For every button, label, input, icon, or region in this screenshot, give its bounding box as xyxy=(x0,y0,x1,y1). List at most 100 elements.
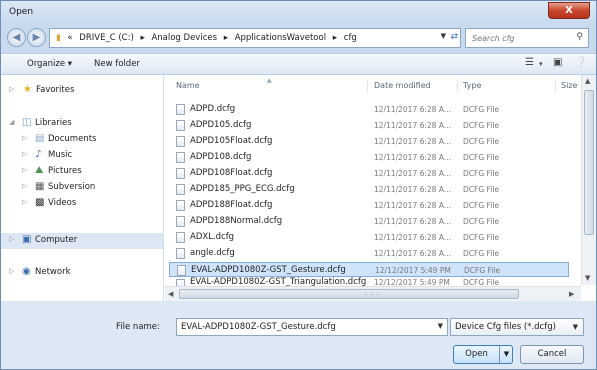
address-dropdown-icon[interactable]: ▼ xyxy=(441,32,446,40)
nav-item-libraries[interactable]: ◢ ◫ Libraries xyxy=(1,116,163,132)
refresh-icon[interactable]: ⇄ xyxy=(450,32,458,42)
close-button[interactable]: X xyxy=(548,2,590,19)
file-row[interactable]: ADPD105Float.dcfg 12/11/2017 6:28 A... D… xyxy=(169,134,569,149)
search-input[interactable] xyxy=(466,29,566,47)
nav-item-pictures[interactable]: ▷ ⛰ Pictures xyxy=(1,164,163,180)
vertical-scrollbar[interactable]: ▲ ▼ xyxy=(581,75,596,285)
file-name: EVAL-ADPD1080Z-GST_Triangulation.dcfg xyxy=(190,277,367,286)
file-type: DCFG File xyxy=(463,105,500,114)
breadcrumb-separator[interactable]: ▸ xyxy=(224,33,228,43)
column-header-date-modified[interactable]: Date modified xyxy=(374,81,431,90)
file-row[interactable]: ADPD108Float.dcfg 12/11/2017 6:28 A... D… xyxy=(169,166,569,181)
libraries-icon: ◫ xyxy=(22,117,32,128)
column-divider[interactable] xyxy=(555,79,556,93)
file-type: DCFG File xyxy=(463,137,500,146)
open-dialog: Open X ◀ ▶ ▮ « DRIVE_C (C:) ▸ Analog Dev… xyxy=(0,0,597,370)
new-folder-button[interactable]: New folder xyxy=(94,59,140,69)
open-split-dropdown-icon[interactable]: ▼ xyxy=(499,346,513,363)
scroll-thumb[interactable]: ⋮⋮⋮ xyxy=(179,289,519,299)
expand-arrow-icon[interactable]: ▷ xyxy=(9,85,14,93)
breadcrumb-drive[interactable]: DRIVE_C (C:) xyxy=(79,33,133,43)
scroll-right-icon[interactable]: ▶ xyxy=(569,290,574,298)
breadcrumb: ▮ « DRIVE_C (C:) ▸ Analog Devices ▸ Appl… xyxy=(56,33,361,43)
breadcrumb-separator[interactable]: ▸ xyxy=(140,33,144,43)
scroll-thumb[interactable] xyxy=(584,90,594,235)
scroll-down-icon[interactable]: ▼ xyxy=(585,274,590,282)
file-row[interactable]: ADPD105.dcfg 12/11/2017 6:28 A... DCFG F… xyxy=(169,118,569,133)
subversion-icon: ▦ xyxy=(35,181,45,192)
file-name: ADPD108Float.dcfg xyxy=(190,168,273,178)
view-dropdown-icon[interactable]: ▾ xyxy=(539,60,543,68)
file-type-filter[interactable]: Device Cfg files (*.dcfg) ▼ xyxy=(450,318,584,336)
search-icon[interactable]: ⚲ xyxy=(576,32,583,42)
horizontal-scrollbar[interactable]: ◀ ⋮⋮⋮ ▶ xyxy=(165,286,581,301)
expand-arrow-icon[interactable]: ▷ xyxy=(9,267,14,275)
nav-item-favorites[interactable]: ▷ ★ Favorites xyxy=(1,83,163,99)
nav-item-documents[interactable]: ▷ ▤ Documents xyxy=(1,132,163,148)
breadcrumb-analog-devices[interactable]: Analog Devices xyxy=(151,33,217,43)
file-icon xyxy=(176,232,185,243)
collapse-arrow-icon[interactable]: ◢ xyxy=(9,118,14,126)
address-bar[interactable]: ▮ « DRIVE_C (C:) ▸ Analog Devices ▸ Appl… xyxy=(49,28,461,48)
breadcrumb-separator[interactable]: ▸ xyxy=(333,33,337,43)
column-divider[interactable] xyxy=(457,79,458,93)
file-type: DCFG File xyxy=(463,169,500,178)
cancel-button[interactable]: Cancel xyxy=(520,345,584,364)
expand-arrow-icon[interactable]: ▷ xyxy=(22,166,27,174)
nav-label: Subversion xyxy=(48,182,96,192)
expand-arrow-icon[interactable]: ▷ xyxy=(22,198,27,206)
open-button[interactable]: Open ▼ xyxy=(453,345,513,364)
column-header-name[interactable]: Name xyxy=(176,81,200,90)
file-row[interactable]: ADPD188Float.dcfg 12/11/2017 6:28 A... D… xyxy=(169,198,569,213)
file-row[interactable]: ADPD108.dcfg 12/11/2017 6:28 A... DCFG F… xyxy=(169,150,569,165)
file-date: 12/12/2017 5:49 PM xyxy=(374,278,450,286)
column-header-size[interactable]: Size xyxy=(561,81,577,90)
file-icon xyxy=(176,200,185,211)
file-row-selected[interactable]: EVAL-ADPD1080Z-GST_Gesture.dcfg 12/12/20… xyxy=(169,262,569,277)
music-icon: ♪ xyxy=(35,149,42,160)
view-options-icon[interactable]: ☰ xyxy=(525,57,534,68)
videos-icon: ▩ xyxy=(35,197,45,208)
file-row[interactable]: angle.dcfg 12/11/2017 6:28 A... DCFG Fil… xyxy=(169,246,569,261)
breadcrumb-overflow[interactable]: « xyxy=(67,33,72,43)
column-header-type[interactable]: Type xyxy=(463,81,481,90)
scroll-left-icon[interactable]: ◀ xyxy=(168,290,173,298)
file-row[interactable]: ADPD188Normal.dcfg 12/11/2017 6:28 A... … xyxy=(169,214,569,229)
nav-item-music[interactable]: ▷ ♪ Music xyxy=(1,148,163,164)
nav-item-videos[interactable]: ▷ ▩ Videos xyxy=(1,196,163,212)
file-icon xyxy=(176,184,185,195)
search-box[interactable]: ⚲ xyxy=(465,28,589,48)
breadcrumb-applicationswavetool[interactable]: ApplicationsWavetool xyxy=(235,33,326,43)
expand-arrow-icon[interactable]: ▷ xyxy=(22,182,27,190)
file-name: EVAL-ADPD1080Z-GST_Gesture.dcfg xyxy=(191,265,346,275)
file-row[interactable]: ADPD185_PPG_ECG.dcfg 12/11/2017 6:28 A..… xyxy=(169,182,569,197)
file-row[interactable]: EVAL-ADPD1080Z-GST_Triangulation.dcfg 12… xyxy=(169,277,569,286)
chevron-down-icon[interactable]: ▼ xyxy=(573,323,578,331)
file-name: angle.dcfg xyxy=(190,248,235,258)
help-icon[interactable]: ❔ xyxy=(575,57,587,68)
back-button[interactable]: ◀ xyxy=(7,28,26,47)
expand-arrow-icon[interactable]: ▷ xyxy=(22,134,27,142)
file-date: 12/11/2017 6:28 A... xyxy=(374,169,451,178)
expand-arrow-icon[interactable]: ▷ xyxy=(9,235,14,243)
nav-item-network[interactable]: ▷ ◉ Network xyxy=(1,265,163,281)
file-name-field[interactable] xyxy=(177,319,427,335)
nav-item-computer[interactable]: ▷ ▣ Computer xyxy=(1,233,163,249)
nav-item-subversion[interactable]: ▷ ▦ Subversion xyxy=(1,180,163,196)
address-row: ◀ ▶ ▮ « DRIVE_C (C:) ▸ Analog Devices ▸ … xyxy=(1,25,596,53)
expand-arrow-icon[interactable]: ▷ xyxy=(22,150,27,158)
organize-button[interactable]: Organize ▾ xyxy=(27,59,72,69)
forward-button[interactable]: ▶ xyxy=(27,28,46,47)
file-row[interactable]: ADPD.dcfg 12/11/2017 6:28 A... DCFG File xyxy=(169,102,569,117)
breadcrumb-cfg[interactable]: cfg xyxy=(344,33,357,43)
column-divider[interactable] xyxy=(367,79,368,93)
file-type: DCFG File xyxy=(463,233,500,242)
preview-pane-icon[interactable]: ▣ xyxy=(553,57,562,68)
scroll-up-icon[interactable]: ▲ xyxy=(585,77,590,85)
command-toolbar: Organize ▾ New folder ☰ ▾ ▣ ❔ xyxy=(1,53,596,75)
chevron-down-icon[interactable]: ▼ xyxy=(438,322,443,330)
file-icon xyxy=(177,265,186,276)
file-row[interactable]: ADXL.dcfg 12/11/2017 6:28 A... DCFG File xyxy=(169,230,569,245)
file-name-combobox[interactable]: ▼ xyxy=(176,318,448,336)
file-icon xyxy=(176,136,185,147)
